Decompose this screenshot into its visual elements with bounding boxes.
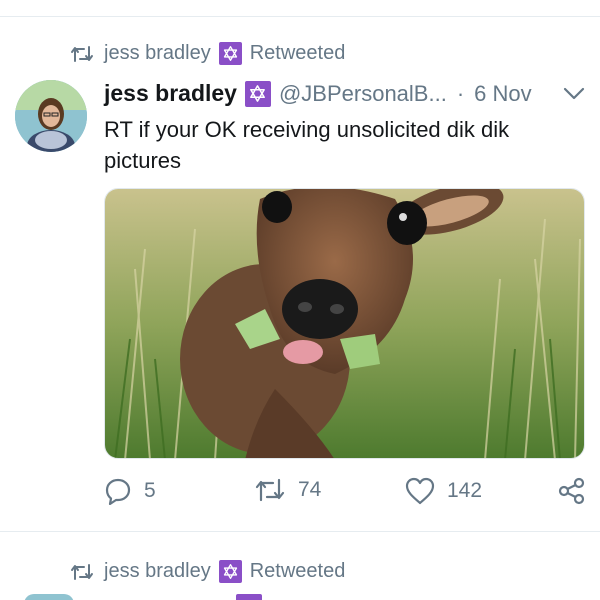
like-count: 142 <box>447 479 483 502</box>
reply-count: 5 <box>144 479 156 502</box>
tweet-text: RT if your OK receiving unsolicited dik … <box>104 117 510 173</box>
next-star-badge <box>236 594 262 600</box>
retweeted-label: Retweeted <box>249 560 346 582</box>
next-retweet-header[interactable]: jess bradley Retweeted <box>68 560 345 583</box>
chevron-down-icon[interactable] <box>562 84 586 104</box>
retweet-header[interactable]: jess bradley Retweeted <box>68 42 345 65</box>
like-button[interactable]: 142 <box>405 477 482 505</box>
retweeted-label: Retweeted <box>249 42 346 64</box>
tweet-timestamp[interactable]: 6 Nov <box>474 81 531 107</box>
tweet-divider <box>0 531 600 532</box>
share-icon <box>558 477 586 505</box>
tweet-header: jess bradley @JBPersonalB... · 6 Nov <box>104 80 532 107</box>
star-of-david-icon <box>218 42 242 65</box>
reply-icon <box>104 477 132 505</box>
avatar[interactable] <box>15 80 87 152</box>
author-name[interactable]: jess bradley <box>104 80 237 107</box>
retweet-count: 74 <box>298 478 322 501</box>
share-button[interactable] <box>558 477 586 505</box>
star-of-david-icon <box>244 80 271 107</box>
retweet-icon <box>68 44 96 64</box>
retweet-icon <box>68 562 96 582</box>
retweet-button[interactable]: 74 <box>254 477 321 503</box>
star-of-david-icon <box>218 560 242 583</box>
retweeter-name[interactable]: jess bradley <box>104 42 211 65</box>
reply-button[interactable]: 5 <box>104 477 156 505</box>
retweeter-name[interactable]: jess bradley <box>104 560 211 583</box>
top-divider <box>0 16 600 17</box>
separator-dot: · <box>456 80 465 106</box>
author-handle[interactable]: @JBPersonalB... <box>279 81 447 107</box>
tweet-actions: 5 74 142 <box>0 477 600 511</box>
next-avatar[interactable] <box>24 594 74 600</box>
retweet-icon <box>254 477 286 503</box>
heart-icon <box>405 477 435 505</box>
tweet-media-image[interactable] <box>104 188 585 459</box>
